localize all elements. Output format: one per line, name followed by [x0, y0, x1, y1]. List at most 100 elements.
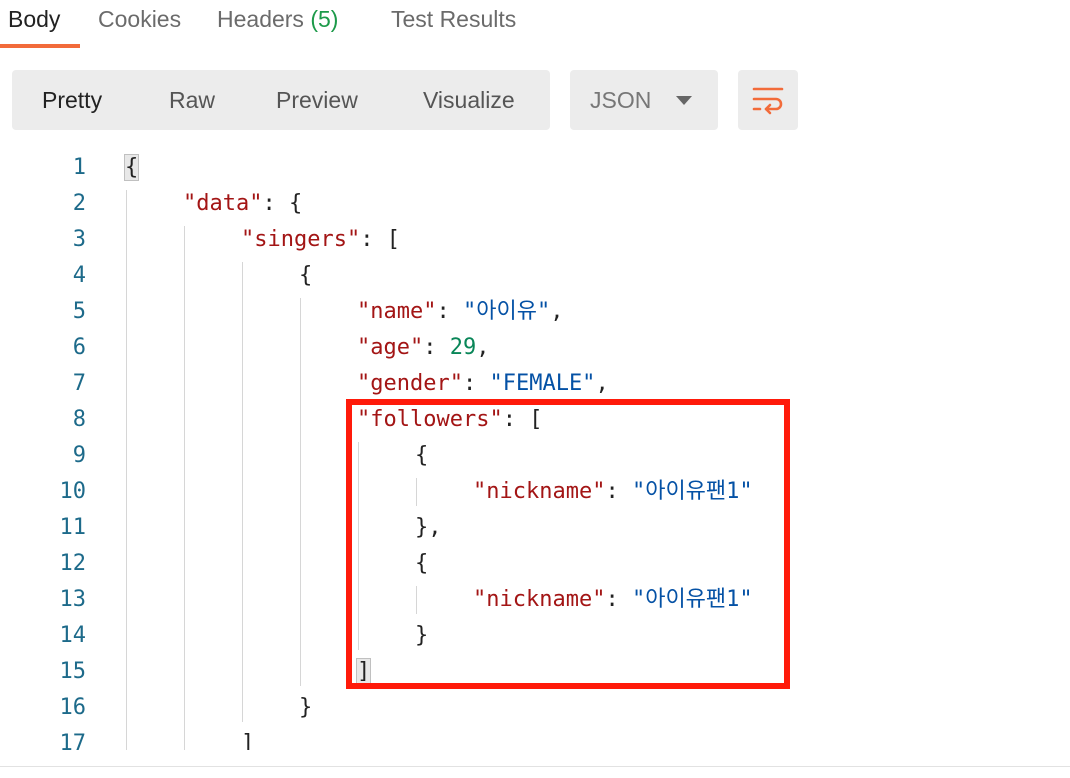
code-text: "name": "아이유",	[357, 294, 563, 330]
json-punctuation: {	[123, 154, 140, 181]
code-text: {	[123, 150, 140, 186]
wrap-lines-button[interactable]	[738, 70, 798, 130]
code-line: 17]	[0, 726, 1070, 750]
line-number: 12	[59, 551, 87, 576]
code-text: },	[415, 510, 442, 546]
line-number: 8	[72, 407, 86, 432]
code-text: "nickname": "아이유팬1"	[473, 474, 753, 510]
code-line: 5 "name": "아이유",	[0, 294, 1070, 330]
code-text: "gender": "FEMALE",	[357, 366, 609, 402]
json-string: "FEMALE"	[489, 371, 596, 396]
indent-guide	[416, 586, 417, 614]
code-text: "nickname": "아이유팬1"	[473, 582, 753, 618]
line-number: 2	[72, 191, 86, 216]
line-number: 11	[59, 515, 87, 540]
code-line: 13 "nickname": "아이유팬1"	[0, 582, 1070, 618]
code-line: 2 "data": {	[0, 186, 1070, 222]
json-punctuation: ]	[355, 658, 372, 685]
indent-guide	[358, 442, 359, 650]
json-key: "singers"	[241, 227, 361, 252]
json-punctuation: :	[605, 587, 632, 612]
chevron-down-icon	[676, 96, 692, 105]
indent-guide	[242, 262, 243, 722]
json-punctuation: ,	[595, 371, 609, 396]
line-number: 13	[59, 587, 87, 612]
json-punctuation: : {	[262, 191, 303, 216]
code-text: "singers": [	[241, 222, 400, 258]
code-line: 10 "nickname": "아이유팬1"	[0, 474, 1070, 510]
code-line: 12 {	[0, 546, 1070, 582]
tab-cookies[interactable]: Cookies	[98, 4, 181, 34]
code-line: 16}	[0, 690, 1070, 726]
response-tabs: Body Cookies Headers (5) Test Results	[0, 0, 1070, 50]
line-number: 3	[72, 227, 86, 252]
json-punctuation: ,	[476, 335, 490, 360]
json-punctuation: }	[415, 623, 429, 648]
active-tab-indicator	[0, 44, 80, 48]
json-key: "data"	[183, 191, 263, 216]
indent-guide	[416, 478, 417, 506]
json-punctuation: },	[415, 515, 442, 540]
json-key: "nickname"	[473, 479, 606, 504]
json-key: "name"	[357, 299, 437, 324]
code-text: ]	[241, 726, 254, 750]
code-line: 4{	[0, 258, 1070, 294]
code-line: 8 "followers": [	[0, 402, 1070, 438]
tab-test-results[interactable]: Test Results	[391, 4, 516, 34]
line-number: 6	[72, 335, 86, 360]
tab-headers-label: Headers	[217, 6, 304, 32]
wrap-lines-icon	[752, 87, 784, 115]
code-line: 15]	[0, 654, 1070, 690]
code-line: 7 "gender": "FEMALE",	[0, 366, 1070, 402]
json-punctuation: :	[462, 371, 490, 396]
code-text: ]	[355, 654, 372, 690]
json-punctuation: ]	[241, 731, 255, 750]
json-key: "nickname"	[473, 587, 606, 612]
json-punctuation: {	[299, 263, 313, 288]
json-string: "아이유"	[462, 299, 551, 324]
preview-button[interactable]: Preview	[276, 70, 358, 130]
code-line: 11},	[0, 510, 1070, 546]
code-text: {	[415, 546, 428, 582]
code-text: }	[299, 690, 312, 726]
line-number: 14	[59, 623, 87, 648]
format-dropdown[interactable]: JSON	[570, 70, 718, 130]
pretty-button[interactable]: Pretty	[42, 70, 102, 130]
indent-guide	[300, 298, 301, 686]
json-punctuation: }	[299, 695, 313, 720]
line-number: 17	[59, 731, 87, 750]
code-line: 9{	[0, 438, 1070, 474]
code-text: {	[299, 258, 312, 294]
json-punctuation: : [	[360, 227, 400, 252]
code-text: }	[415, 618, 428, 654]
bottom-divider	[0, 766, 1070, 767]
format-selected-value: JSON	[590, 87, 652, 113]
view-mode-selector: Pretty Raw Preview Visualize	[12, 70, 550, 130]
json-punctuation: ,	[550, 299, 564, 324]
tab-body[interactable]: Body	[8, 4, 60, 34]
code-text: "followers": [	[357, 402, 542, 438]
indent-guide	[184, 226, 185, 750]
code-line: 3 "singers": [	[0, 222, 1070, 258]
response-body-editor[interactable]: 1{2 "data": {3 "singers": [4{5 "name": "아이유…	[0, 150, 1070, 750]
tab-headers[interactable]: Headers (5)	[217, 4, 338, 34]
code-line: 6 "age": 29,	[0, 330, 1070, 366]
json-key: "gender"	[357, 371, 463, 396]
code-line: 1{	[0, 150, 1070, 186]
code-text: "data": {	[183, 186, 302, 222]
visualize-button[interactable]: Visualize	[423, 70, 515, 130]
line-number: 5	[72, 299, 86, 324]
code-text: "age": 29,	[357, 330, 489, 366]
json-string: "아이유팬1"	[631, 587, 753, 612]
line-number: 1	[72, 155, 86, 180]
json-punctuation: :	[605, 479, 632, 504]
line-number: 9	[72, 443, 86, 468]
line-number: 10	[59, 479, 87, 504]
line-number: 7	[72, 371, 86, 396]
json-punctuation: :	[423, 335, 450, 360]
line-number: 15	[59, 659, 87, 684]
json-key: "followers"	[357, 407, 503, 432]
json-punctuation: : [	[502, 407, 543, 432]
raw-button[interactable]: Raw	[169, 70, 215, 130]
line-number: 16	[59, 695, 87, 720]
